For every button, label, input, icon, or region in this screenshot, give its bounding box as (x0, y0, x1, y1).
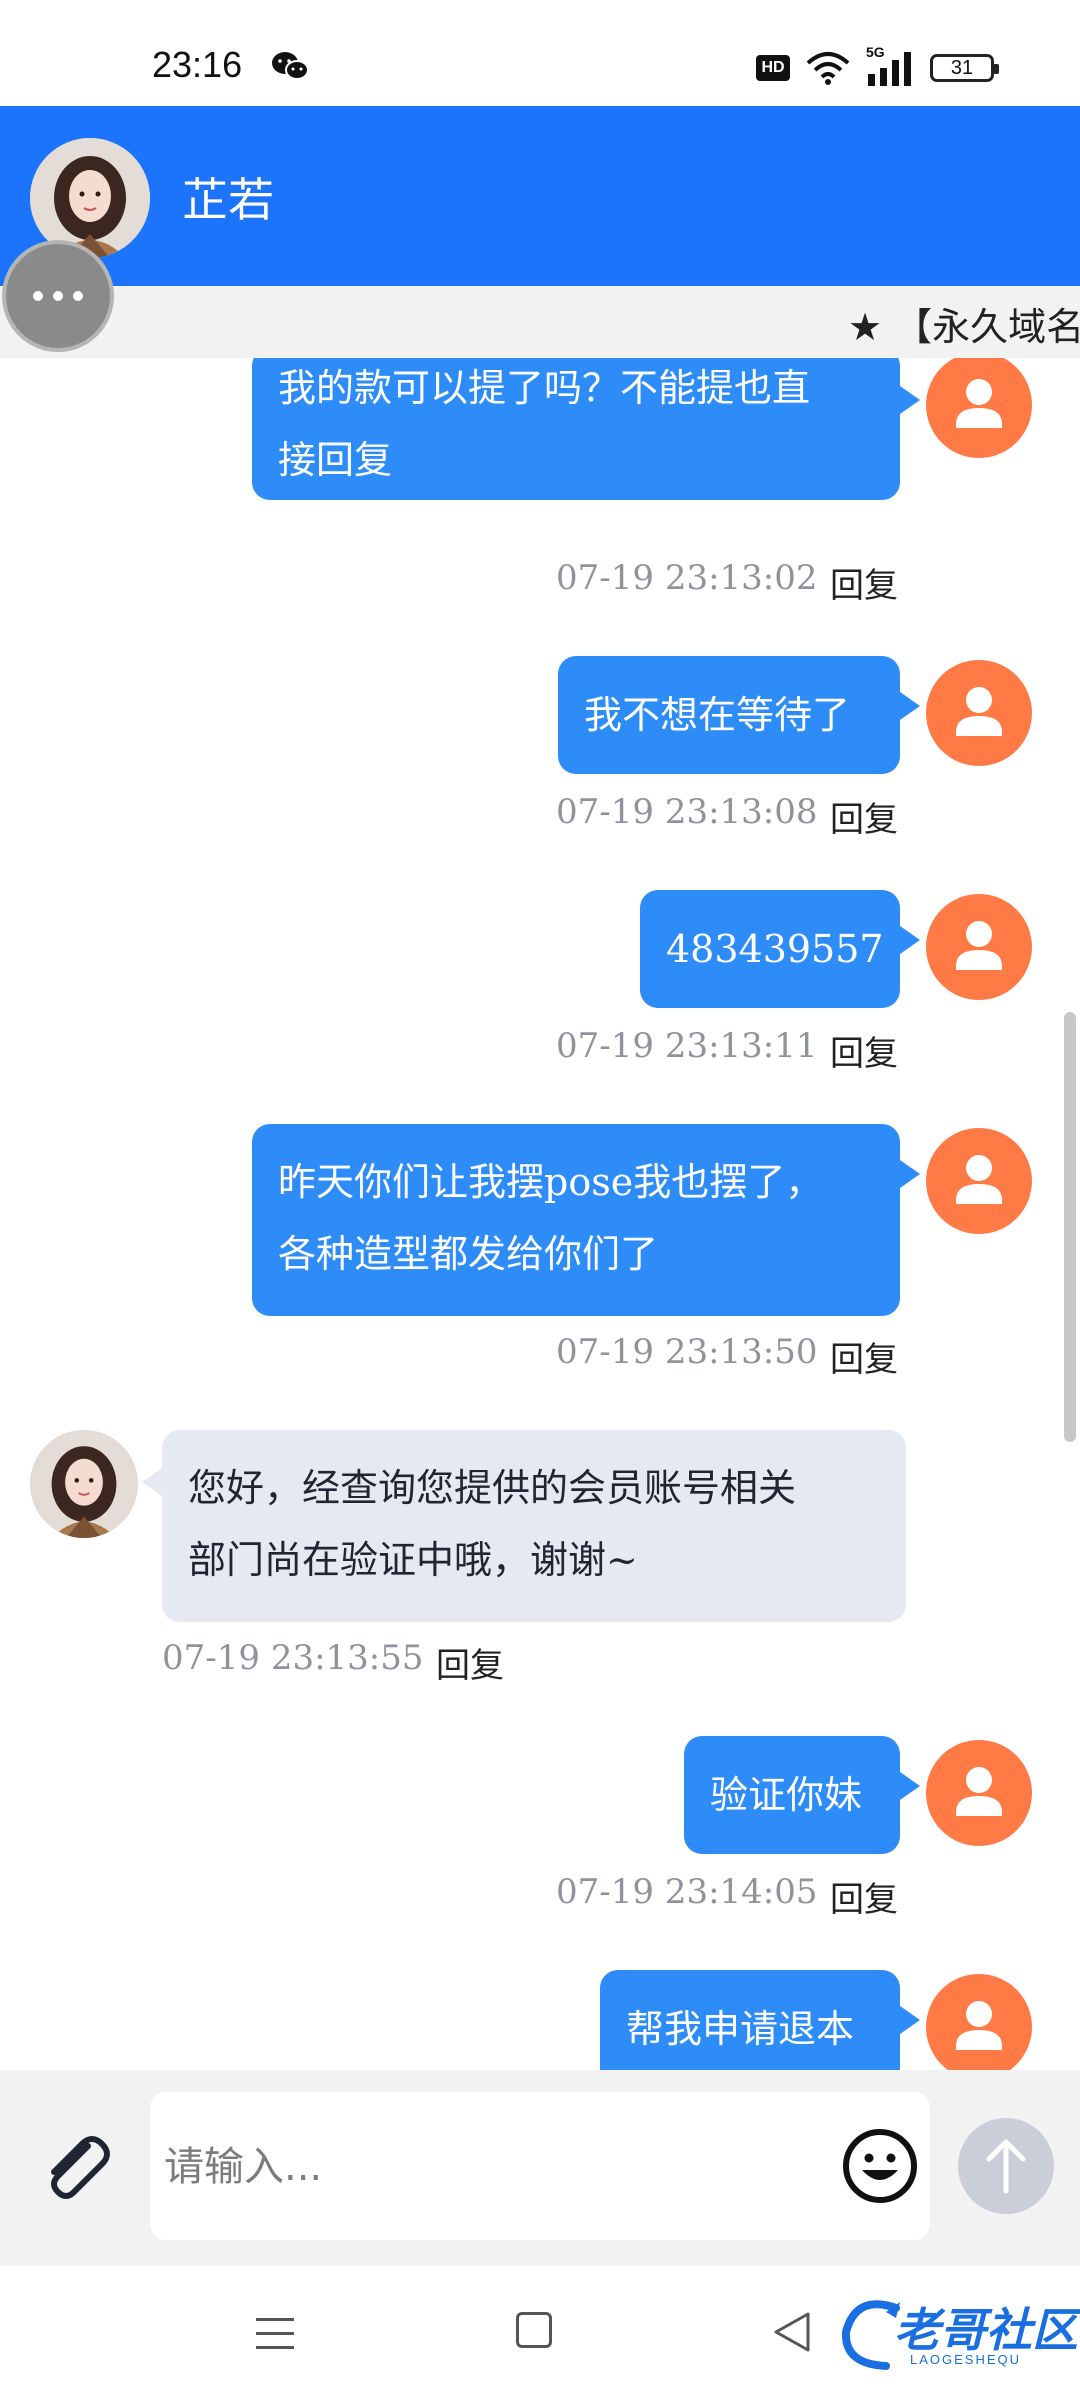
battery-icon: 31 (930, 54, 999, 82)
contact-name: 芷若 (182, 173, 274, 227)
message-bubble-incoming[interactable]: 您好，经查询您提供的会员账号相关 部门尚在验证中哦，谢谢~ (162, 1430, 906, 1622)
message-bubble-outgoing[interactable]: 帮我申请退本 (600, 1970, 900, 2070)
message-bubble-outgoing[interactable]: 我不想在等待了 (558, 656, 900, 774)
bubble-tail (900, 2006, 920, 2034)
message-line: 我的款可以提了吗？不能提也直 (278, 366, 811, 410)
message-timestamp: 07-19 23:13:55 (162, 1638, 424, 1678)
person-icon (956, 1155, 1002, 1204)
person-icon (956, 2001, 1002, 2050)
message-input-box (150, 2092, 930, 2240)
more-dot-icon (33, 291, 43, 301)
reply-button[interactable]: 回复 (830, 792, 898, 841)
battery-level: 31 (950, 56, 974, 79)
notice-marquee[interactable]: ★ 【永久域名 (0, 286, 1080, 358)
bubble-tail (142, 1468, 162, 1496)
arrow-up-icon (986, 2139, 1026, 2194)
watermark-subtext: LAOGESHEQU (910, 2352, 1022, 2367)
person-icon (956, 379, 1002, 428)
message-line: 接回复 (278, 438, 393, 482)
message-line: 您好，经查询您提供的会员账号相关 (188, 1466, 797, 1510)
user-avatar[interactable] (926, 1740, 1032, 1846)
user-avatar[interactable] (926, 1128, 1032, 1234)
reply-button[interactable]: 回复 (830, 1872, 898, 1921)
hd-badge: HD (756, 55, 790, 81)
message-bubble-outgoing[interactable]: 我的款可以提了吗？不能提也直 接回复 (252, 358, 900, 500)
bubble-tail (900, 386, 920, 414)
status-time: 23:16 (152, 44, 243, 85)
bubble-tail (900, 692, 920, 720)
bubble-tail (900, 1772, 920, 1800)
chat-scrollbar[interactable] (1064, 1012, 1076, 1442)
more-dot-icon (73, 291, 83, 301)
status-icons: HD 5G 31 (756, 44, 999, 88)
signal-icon (868, 52, 911, 86)
wifi-icon (806, 52, 850, 85)
watermark-text: 老哥社区 (894, 2303, 1078, 2357)
home-button[interactable] (516, 2312, 552, 2348)
message-bubble-outgoing[interactable]: 昨天你们让我摆pose我也摆了， 各种造型都发给你们了 (252, 1124, 900, 1316)
user-avatar[interactable] (926, 894, 1032, 1000)
cellular-signal: 5G (866, 44, 914, 86)
reply-button[interactable]: 回复 (830, 1026, 898, 1075)
message-bubble-outgoing[interactable]: 483439557 (640, 890, 900, 1008)
message-timestamp: 07-19 23:13:11 (556, 1026, 818, 1066)
message-line: 验证你妹 (710, 1773, 863, 1817)
person-icon (956, 1767, 1002, 1816)
bubble-tail (900, 926, 920, 954)
person-icon (956, 687, 1002, 736)
user-avatar[interactable] (926, 660, 1032, 766)
user-avatar[interactable] (926, 358, 1032, 458)
message-input[interactable] (164, 2122, 804, 2212)
user-avatar[interactable] (926, 1974, 1032, 2070)
emoji-icon[interactable] (840, 2126, 920, 2206)
more-menu-button[interactable] (2, 240, 114, 352)
watermark-logo: 老哥社区 LAOGESHEQU (836, 2290, 1078, 2380)
wechat-icon (272, 52, 309, 80)
message-line: 帮我申请退本 (626, 2007, 855, 2051)
message-timestamp: 07-19 23:13:02 (556, 558, 818, 598)
notice-text: ★ 【永久域名 (848, 305, 1080, 349)
message-line: 各种造型都发给你们了 (278, 1232, 659, 1276)
message-input-bar (0, 2070, 1080, 2266)
chat-messages[interactable]: 我的款可以提了吗？不能提也直 接回复 07-19 23:13:02 回复 我不想… (0, 358, 1080, 2070)
system-nav-bar: 老哥社区 LAOGESHEQU (0, 2266, 1080, 2400)
message-line: 483439557 (666, 927, 884, 971)
menu-icon[interactable] (256, 2314, 294, 2354)
message-bubble-outgoing[interactable]: 验证你妹 (684, 1736, 900, 1854)
chat-header: 芷若 (0, 106, 1080, 286)
back-icon[interactable] (772, 2310, 812, 2354)
more-dot-icon (53, 291, 63, 301)
contact-avatar-image (30, 1430, 138, 1538)
person-icon (956, 921, 1002, 970)
message-timestamp: 07-19 23:13:08 (556, 792, 818, 832)
reply-button[interactable]: 回复 (436, 1638, 504, 1687)
reply-button[interactable]: 回复 (830, 1332, 898, 1381)
paperclip-icon[interactable] (36, 2126, 116, 2206)
reply-button[interactable]: 回复 (830, 558, 898, 607)
contact-message-avatar[interactable] (30, 1430, 138, 1538)
status-bar: 23:16 HD 5G 31 (0, 0, 1080, 106)
message-timestamp: 07-19 23:14:05 (556, 1872, 818, 1912)
message-line: 部门尚在验证中哦，谢谢~ (188, 1538, 638, 1582)
message-line: 我不想在等待了 (584, 693, 851, 737)
bubble-tail (900, 1160, 920, 1188)
message-line: 昨天你们让我摆pose我也摆了， (278, 1160, 824, 1204)
send-button[interactable] (958, 2118, 1054, 2214)
message-timestamp: 07-19 23:13:50 (556, 1332, 818, 1372)
